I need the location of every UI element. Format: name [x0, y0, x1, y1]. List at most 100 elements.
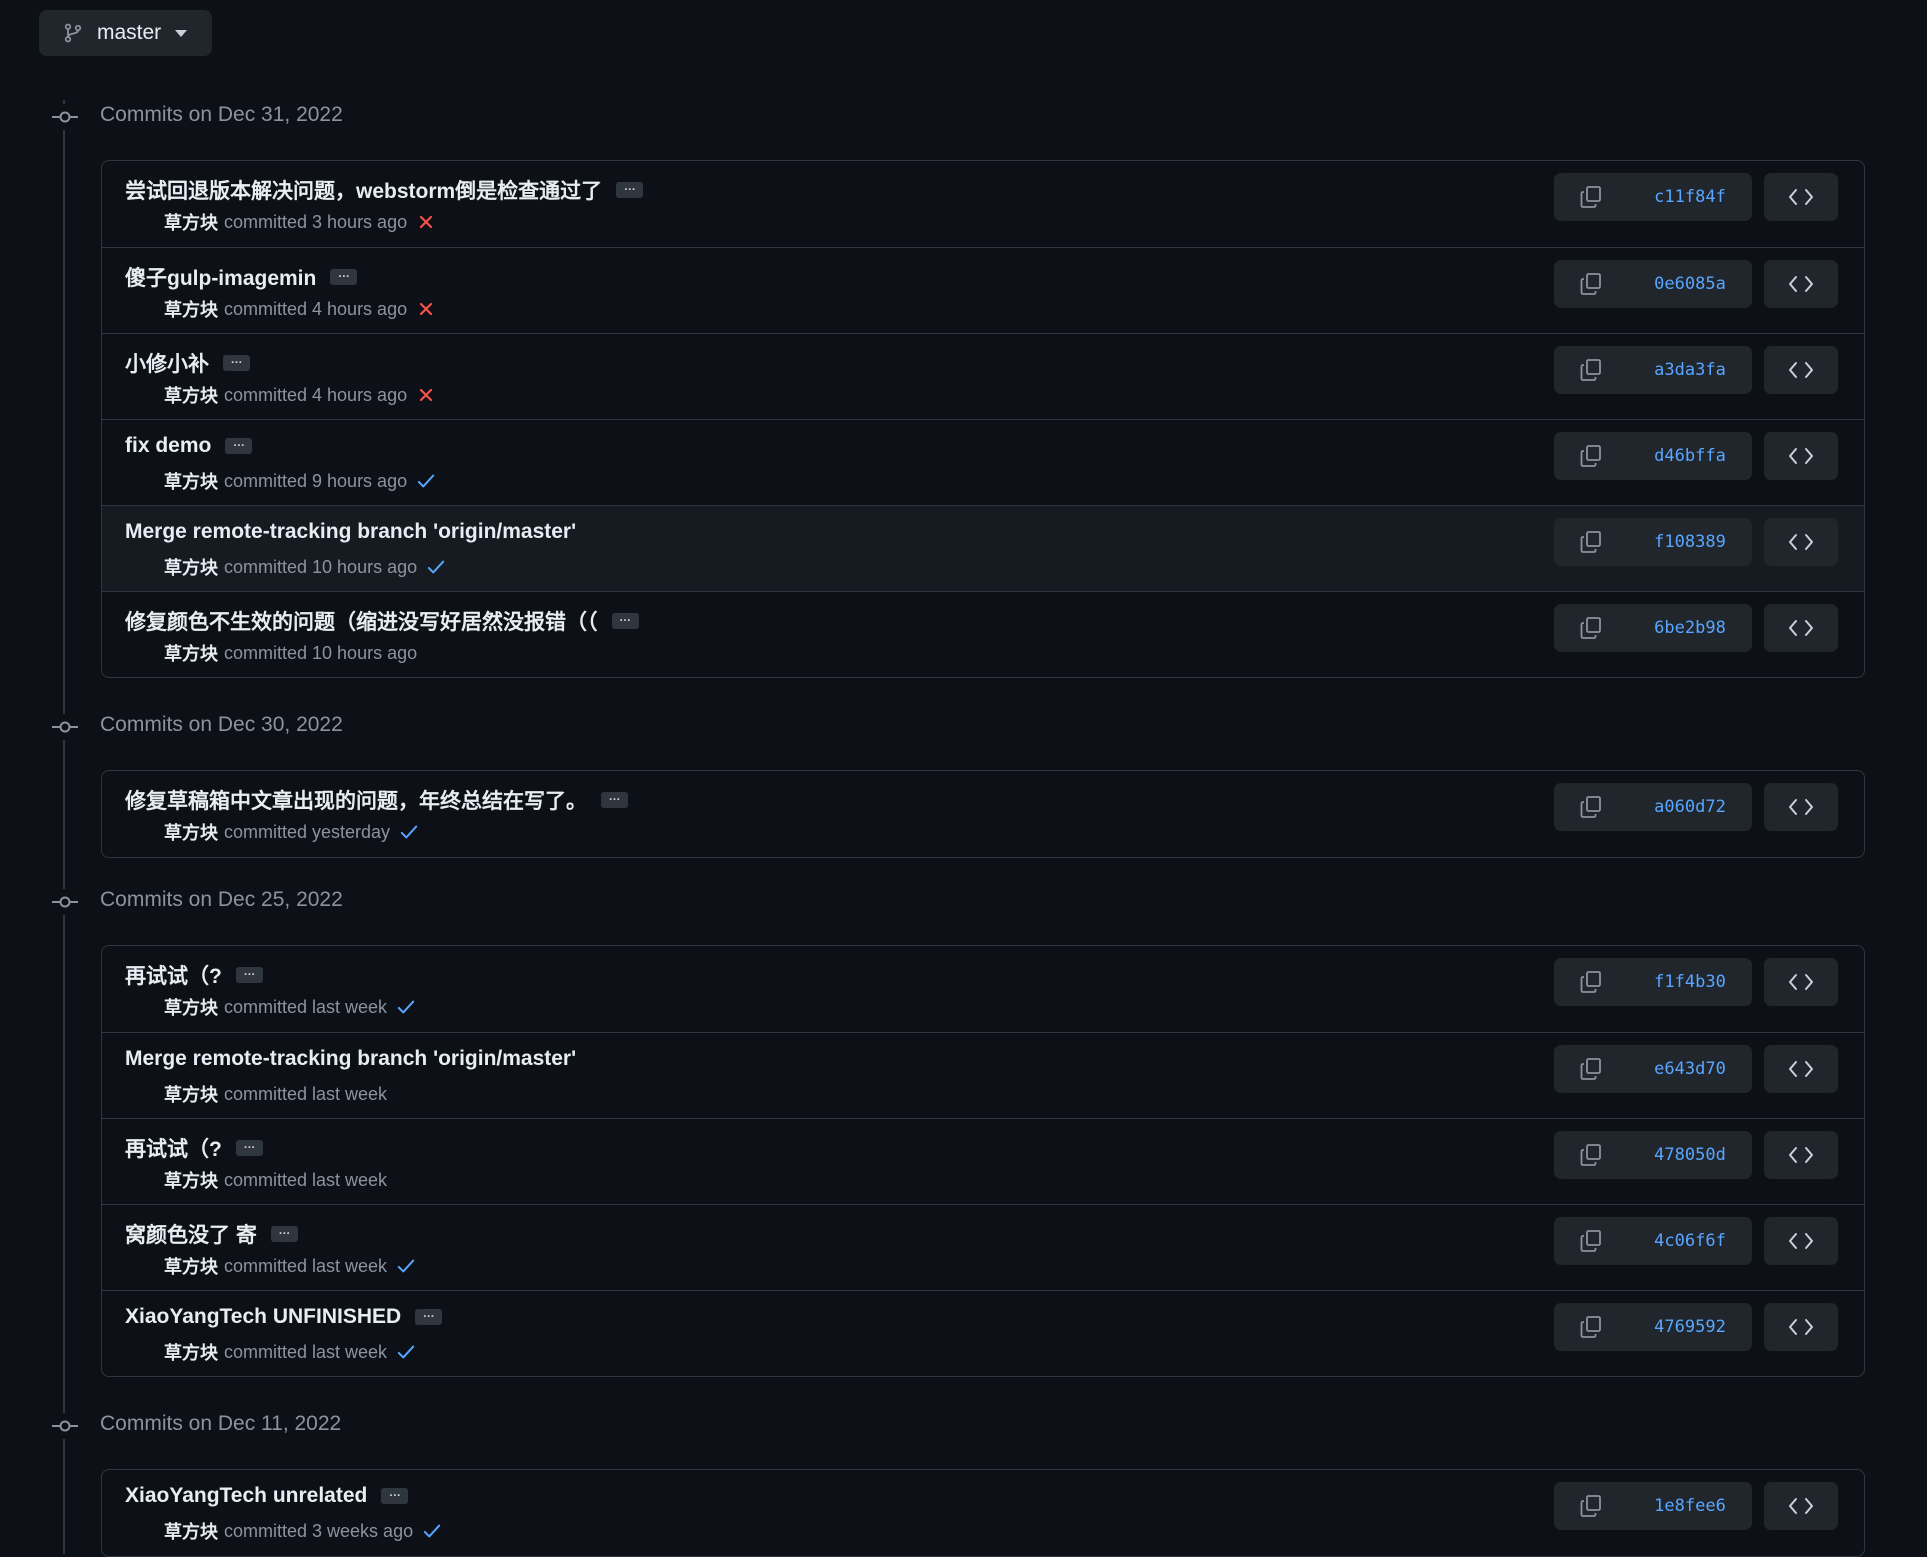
commit-sha-link[interactable]: 4769592	[1628, 1317, 1752, 1337]
commit-author[interactable]: 草方块	[164, 209, 218, 235]
x-icon[interactable]	[417, 213, 435, 231]
commit-message-link[interactable]: XiaoYangTech UNFINISHED	[125, 1305, 401, 1329]
commit-message-link[interactable]: 窝颜色没了 寄	[125, 1219, 257, 1249]
commit-message: Merge remote-tracking branch 'origin/mas…	[125, 1047, 576, 1071]
commit-sha-link[interactable]: 6be2b98	[1628, 618, 1752, 638]
commit-group-header: Commits on Dec 31, 2022	[0, 76, 1927, 160]
copy-sha-button[interactable]	[1554, 173, 1628, 221]
browse-repository-button[interactable]	[1764, 958, 1838, 1006]
copy-sha-button[interactable]	[1554, 260, 1628, 308]
browse-repository-button[interactable]	[1764, 1303, 1838, 1351]
copy-sha-button[interactable]	[1554, 1217, 1628, 1265]
copy-sha-button[interactable]	[1554, 604, 1628, 652]
copy-sha-button[interactable]	[1554, 1131, 1628, 1179]
commit-message-link[interactable]: fix demo	[125, 434, 211, 458]
copy-icon	[1580, 1144, 1601, 1166]
commit-sha-link[interactable]: 0e6085a	[1628, 274, 1752, 294]
expand-message-button[interactable]: …	[330, 267, 358, 285]
expand-message-button[interactable]: …	[381, 1486, 409, 1504]
browse-repository-button[interactable]	[1764, 260, 1838, 308]
x-icon[interactable]	[417, 300, 435, 318]
commit-sha-link[interactable]: f1f4b30	[1628, 972, 1752, 992]
copy-sha-button[interactable]	[1554, 958, 1628, 1006]
commit-sha-link[interactable]: 478050d	[1628, 1145, 1752, 1165]
browse-repository-button[interactable]	[1764, 783, 1838, 831]
code-icon	[1789, 974, 1813, 990]
commit-author[interactable]: 草方块	[164, 1518, 218, 1544]
browse-repository-button[interactable]	[1764, 346, 1838, 394]
commit-sha-link[interactable]: c11f84f	[1628, 187, 1752, 207]
check-icon[interactable]	[400, 823, 418, 841]
commit-author[interactable]: 草方块	[164, 994, 218, 1020]
check-icon[interactable]	[423, 1522, 441, 1540]
copy-sha-button[interactable]	[1554, 1045, 1628, 1093]
commit-message: Merge remote-tracking branch 'origin/mas…	[125, 520, 576, 544]
commit-message-link[interactable]: 修复颜色不生效的问题（缩进没写好居然没报错（（	[125, 606, 598, 636]
commit-time: committed last week	[224, 1083, 388, 1104]
commit-message-link[interactable]: 尝试回退版本解决问题，webstorm倒是检查通过了	[125, 175, 602, 205]
commit-author[interactable]: 草方块	[164, 1253, 218, 1279]
expand-message-button[interactable]: …	[235, 1138, 263, 1156]
browse-repository-button[interactable]	[1764, 1131, 1838, 1179]
browse-repository-button[interactable]	[1764, 432, 1838, 480]
commit-author[interactable]: 草方块	[164, 554, 218, 580]
commit-sha-group: 0e6085a	[1554, 260, 1752, 308]
expand-message-button[interactable]: …	[225, 436, 253, 454]
commit-message: 再试试（? …	[125, 960, 263, 990]
commit-message-link[interactable]: Merge remote-tracking branch 'origin/mas…	[125, 1047, 576, 1071]
commit-author[interactable]: 草方块	[164, 1081, 218, 1107]
commit-sha-link[interactable]: a3da3fa	[1628, 360, 1752, 380]
commit-author[interactable]: 草方块	[164, 382, 218, 408]
commit-sha-link[interactable]: a060d72	[1628, 797, 1752, 817]
check-icon[interactable]	[397, 1343, 415, 1361]
commit-message-link[interactable]: 再试试（?	[125, 960, 222, 990]
copy-icon	[1580, 273, 1601, 295]
expand-message-button[interactable]: …	[601, 790, 628, 808]
copy-sha-button[interactable]	[1554, 1303, 1628, 1351]
browse-repository-button[interactable]	[1764, 518, 1838, 566]
commit-message-link[interactable]: 小修小补	[125, 348, 209, 378]
expand-message-button[interactable]: …	[415, 1307, 443, 1325]
browse-repository-button[interactable]	[1764, 604, 1838, 652]
commit-sha-link[interactable]: e643d70	[1628, 1059, 1752, 1079]
commit-author[interactable]: 草方块	[164, 468, 218, 494]
copy-sha-button[interactable]	[1554, 1482, 1628, 1530]
copy-sha-button[interactable]	[1554, 518, 1628, 566]
copy-icon	[1580, 531, 1601, 553]
commit-message-link[interactable]: 再试试（?	[125, 1133, 222, 1163]
copy-sha-button[interactable]	[1554, 783, 1628, 831]
browse-repository-button[interactable]	[1764, 1482, 1838, 1530]
commit-meta: 草方块 committed 9 hours ago	[164, 468, 435, 494]
expand-message-button[interactable]: …	[270, 1224, 298, 1242]
commit-sha-link[interactable]: 1e8fee6	[1628, 1496, 1752, 1516]
commit-sha-link[interactable]: d46bffa	[1628, 446, 1752, 466]
check-icon[interactable]	[397, 1257, 415, 1275]
commit-sha-link[interactable]: f108389	[1628, 532, 1752, 552]
commit-author[interactable]: 草方块	[164, 1167, 218, 1193]
commit-sha-link[interactable]: 4c06f6f	[1628, 1231, 1752, 1251]
commit-author[interactable]: 草方块	[164, 819, 218, 845]
browse-repository-button[interactable]	[1764, 1217, 1838, 1265]
copy-sha-button[interactable]	[1554, 346, 1628, 394]
commit-message-link[interactable]: 傻子gulp-imagemin	[125, 262, 316, 292]
expand-message-button[interactable]: …	[611, 611, 639, 629]
expand-message-button[interactable]: …	[616, 180, 644, 198]
expand-message-button[interactable]: …	[223, 353, 250, 371]
x-icon[interactable]	[417, 386, 435, 404]
commit-author[interactable]: 草方块	[164, 1339, 218, 1365]
branch-selector-button[interactable]: master	[39, 10, 212, 56]
commit-message-link[interactable]: Merge remote-tracking branch 'origin/mas…	[125, 520, 576, 544]
browse-repository-button[interactable]	[1764, 1045, 1838, 1093]
expand-message-button[interactable]: …	[235, 965, 263, 983]
copy-sha-button[interactable]	[1554, 432, 1628, 480]
commit-message-link[interactable]: 修复草稿箱中文章出现的问题，年终总结在写了。	[125, 785, 587, 815]
commit-author[interactable]: 草方块	[164, 296, 218, 322]
code-icon	[1789, 1319, 1813, 1335]
check-icon[interactable]	[417, 472, 435, 490]
commit-author[interactable]: 草方块	[164, 640, 218, 666]
check-icon[interactable]	[397, 998, 415, 1016]
commit-group-header: Commits on Dec 30, 2022	[0, 686, 1927, 770]
commit-message-link[interactable]: XiaoYangTech unrelated	[125, 1484, 367, 1508]
check-icon[interactable]	[427, 558, 445, 576]
browse-repository-button[interactable]	[1764, 173, 1838, 221]
